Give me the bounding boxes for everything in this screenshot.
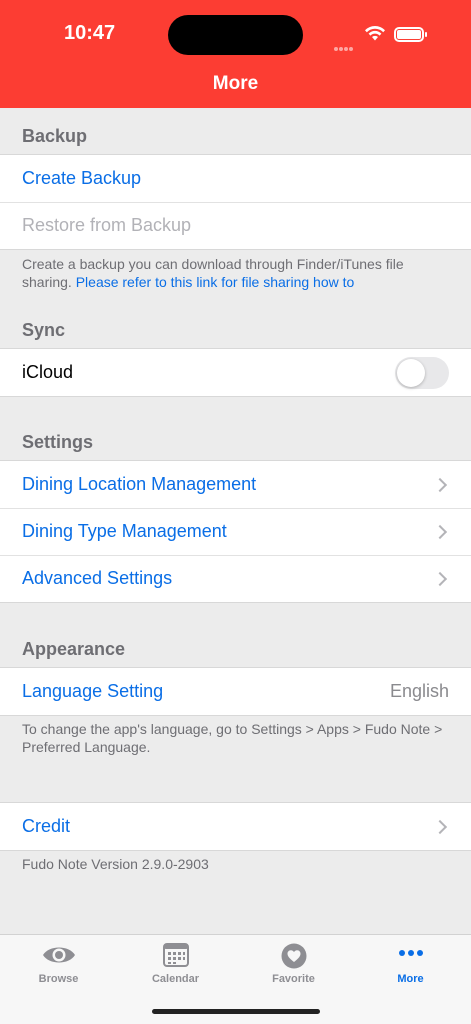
appearance-footer: To change the app's language, go to Sett… [22, 721, 443, 755]
language-setting-row[interactable]: Language Setting English [0, 668, 471, 715]
status-time: 10:47 [64, 22, 116, 44]
credit-row[interactable]: Credit [0, 803, 471, 850]
backup-group: Create Backup Restore from Backup [0, 154, 471, 250]
icloud-label: iCloud [22, 362, 74, 382]
section-header-settings: Settings [22, 432, 94, 452]
chevron-right-icon [432, 477, 448, 492]
icloud-toggle[interactable] [395, 356, 449, 389]
section-header-appearance: Appearance [22, 639, 126, 659]
dining-location-management-row[interactable]: Dining Location Management [0, 461, 471, 508]
language-value: English [389, 681, 449, 701]
battery-icon [394, 27, 427, 42]
restore-backup-label: Restore from Backup [22, 215, 192, 235]
eye-icon [42, 947, 75, 963]
icloud-row: iCloud [0, 349, 471, 396]
chevron-right-icon [432, 524, 448, 539]
tab-label: Favorite [272, 973, 315, 985]
heart-icon [281, 943, 306, 969]
backup-footer: Create a backup you can download through… [22, 255, 452, 291]
credit-label: Credit [22, 816, 71, 836]
tab-label: More [397, 973, 424, 985]
sync-group: iCloud [0, 348, 471, 397]
tab-calendar[interactable]: Calendar [117, 935, 234, 995]
section-header-sync: Sync [22, 320, 66, 340]
navigation-header: 10:47 More [0, 0, 471, 108]
cellular-signal-icon [334, 38, 354, 56]
tab-more[interactable]: More [352, 935, 469, 995]
advanced-settings-row[interactable]: Advanced Settings [0, 555, 471, 602]
section-header-backup: Backup [22, 126, 88, 146]
page-title: More [212, 73, 259, 94]
ellipsis-icon [398, 950, 423, 956]
chevron-right-icon [432, 571, 448, 586]
tab-label: Browse [38, 973, 79, 985]
tab-browse[interactable]: Browse [0, 935, 117, 995]
dining-type-management-label: Dining Type Management [22, 521, 227, 541]
restore-backup-row[interactable]: Restore from Backup [0, 202, 471, 249]
wifi-icon [365, 25, 385, 41]
dining-location-management-label: Dining Location Management [22, 474, 257, 494]
chevron-right-icon [432, 819, 448, 834]
tab-favorite[interactable]: Favorite [235, 935, 352, 995]
credit-group: Credit [0, 802, 471, 851]
language-setting-label: Language Setting [22, 681, 164, 701]
advanced-settings-label: Advanced Settings [22, 568, 173, 588]
settings-group: Dining Location Management Dining Type M… [0, 460, 471, 603]
appearance-group: Language Setting English [0, 667, 471, 716]
calendar-icon [162, 943, 189, 967]
file-sharing-link[interactable]: Please refer to this link for file shari… [76, 274, 355, 290]
dynamic-island [168, 15, 303, 55]
tab-label: Calendar [151, 973, 200, 985]
toggle-knob [397, 358, 425, 387]
create-backup-row[interactable]: Create Backup [0, 155, 471, 202]
dining-type-management-row[interactable]: Dining Type Management [0, 508, 471, 555]
version-text: Fudo Note Version 2.9.0-2903 [22, 856, 209, 872]
home-indicator [152, 1009, 320, 1014]
create-backup-label: Create Backup [22, 168, 142, 188]
